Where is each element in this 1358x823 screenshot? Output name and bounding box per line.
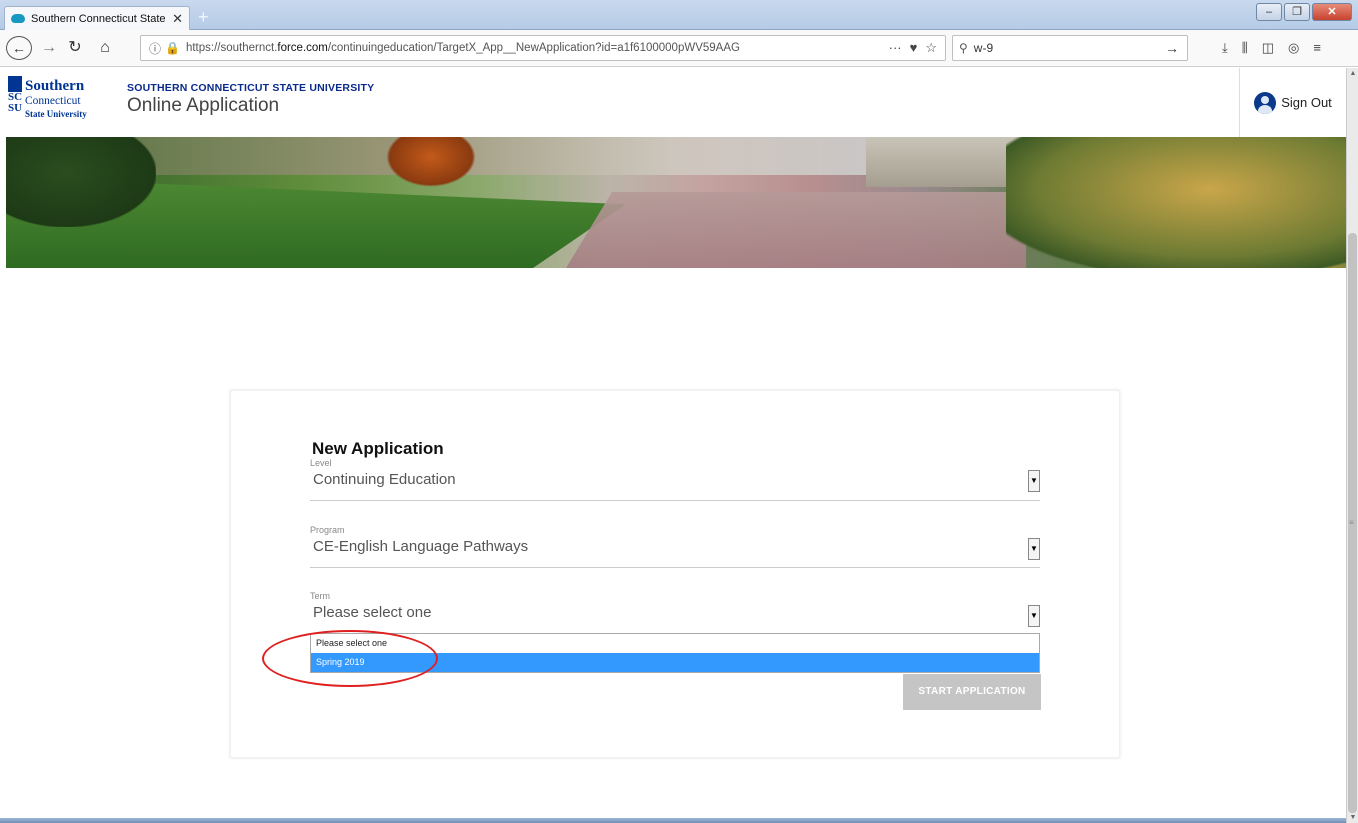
chevron-down-icon[interactable]: ▼ [1028, 538, 1040, 560]
logo-wordmark: Southern Connecticut State University [25, 78, 87, 119]
browser-navbar: ← → ↻ ⌂ ⓘ 🔒 https://southernct.force.com… [0, 30, 1358, 67]
university-logo[interactable]: SC SU Southern Connecticut State Univers… [8, 76, 116, 128]
taskbar [0, 818, 1346, 823]
restore-icon[interactable]: ❐ [1284, 3, 1310, 21]
scrollbar-grip-icon: ≡ [1349, 518, 1354, 527]
program-label: Program [310, 525, 345, 535]
download-icon[interactable]: ⤓ [1222, 40, 1228, 56]
term-select[interactable]: Term Please select one ▼ [310, 591, 1040, 634]
pocket-icon[interactable]: ♥ [910, 40, 918, 56]
address-bar[interactable]: ⓘ 🔒 https://southernct.force.com/continu… [140, 35, 946, 61]
minimize-icon[interactable]: – [1256, 3, 1282, 21]
home-icon[interactable]: ⌂ [94, 36, 116, 60]
window-close-icon[interactable]: ✕ [1312, 3, 1352, 21]
lock-icon: 🔒 [165, 41, 180, 55]
browser-tabstrip: Southern Connecticut State Uni ✕ + – ❐ ✕ [0, 0, 1358, 30]
reload-icon[interactable]: ↻ [66, 36, 84, 60]
sidebar-icon[interactable]: ◫ [1262, 40, 1274, 56]
search-query[interactable]: w-9 [974, 41, 993, 55]
header-brand: SOUTHERN CONNECTICUT STATE UNIVERSITY On… [127, 82, 374, 117]
start-application-button[interactable]: START APPLICATION [903, 674, 1041, 710]
site-header: SC SU Southern Connecticut State Univers… [0, 68, 1346, 137]
page-title: Online Application [127, 95, 280, 116]
application-form-card: New Application Level Continuing Educati… [230, 390, 1120, 758]
chevron-down-icon[interactable]: ▼ [1028, 605, 1040, 627]
level-label: Level [310, 458, 332, 468]
forward-icon[interactable]: → [40, 36, 58, 60]
bookmark-star-icon[interactable]: ☆ [925, 40, 937, 56]
salesforce-favicon-icon [11, 14, 25, 23]
search-icon: ⚲ [959, 41, 968, 55]
level-value[interactable]: Continuing Education [310, 471, 1040, 488]
form-title: New Application [312, 439, 444, 458]
browser-toolbar: ⤓ ⫼ ◫ ◎ ≡ [1222, 40, 1321, 56]
search-bar[interactable]: ⚲ w-9 → [952, 35, 1188, 61]
tab-title: Southern Connecticut State Uni [31, 12, 168, 25]
browser-tab[interactable]: Southern Connecticut State Uni ✕ [4, 6, 190, 30]
highlight-annotation [262, 630, 438, 687]
sign-out-button[interactable]: Sign Out [1239, 68, 1346, 137]
program-select[interactable]: Program CE-English Language Pathways ▼ [310, 525, 1040, 568]
page-scrollbar[interactable]: ▲ ≡ ▼ [1346, 68, 1358, 823]
account-icon[interactable]: ◎ [1288, 40, 1299, 56]
page-actions-icon[interactable]: ··· [889, 40, 902, 56]
site-info-icon[interactable]: ⓘ [149, 40, 161, 57]
library-icon[interactable]: ⫼ [1242, 40, 1248, 56]
search-go-icon[interactable]: → [1165, 40, 1179, 56]
window-controls: – ❐ ✕ [1254, 3, 1352, 21]
new-tab-icon[interactable]: + [198, 7, 209, 28]
scroll-up-icon[interactable]: ▲ [1348, 70, 1358, 77]
sign-out-label: Sign Out [1281, 95, 1332, 110]
url-text[interactable]: https://southernct.force.com/continuinge… [186, 42, 740, 54]
chevron-down-icon[interactable]: ▼ [1028, 470, 1040, 492]
back-icon[interactable]: ← [6, 36, 32, 60]
scroll-down-icon[interactable]: ▼ [1348, 814, 1358, 821]
user-icon [1254, 91, 1277, 114]
campus-banner-image [6, 137, 1346, 268]
university-name: SOUTHERN CONNECTICUT STATE UNIVERSITY [127, 82, 375, 94]
menu-icon[interactable]: ≡ [1313, 40, 1321, 56]
level-select[interactable]: Level Continuing Education ▼ [310, 458, 1040, 501]
program-value[interactable]: CE-English Language Pathways [310, 538, 1040, 555]
logo-mark: SC SU [8, 76, 22, 126]
tab-close-icon[interactable]: ✕ [172, 11, 183, 27]
term-value[interactable]: Please select one [310, 604, 1040, 621]
term-label: Term [310, 591, 330, 601]
